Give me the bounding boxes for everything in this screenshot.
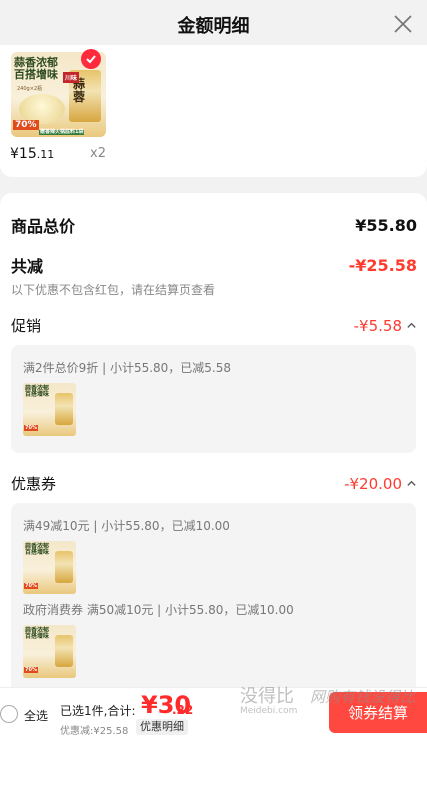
- thumb-tag: 240g×2瓶: [17, 86, 43, 92]
- coupon-detail: 满49减10元 | 小计55.80，已减10.00 蒜香浓郁 百搭增味 70% …: [11, 503, 416, 703]
- coupon-desc-2: 政府消费券 满50减10元 | 小计55.80，已减10.00: [23, 603, 294, 617]
- discount-note: 以下优惠不包含红包，请在结算页查看: [11, 283, 216, 297]
- checkout-bar: 全选 已选1件,合计: ¥30 .22 优惠减:¥25.58 优惠明细 领券结算: [0, 687, 427, 737]
- checkout-button[interactable]: 领券结算: [329, 692, 427, 733]
- coupon-value-wrap: -¥20.00: [344, 475, 417, 493]
- discount-summary: 优惠减:¥25.58: [60, 726, 129, 737]
- discount-value: -¥25.58: [348, 255, 417, 275]
- mini-thumb-title: 蒜香浓郁 百搭增味: [25, 543, 50, 557]
- thumb-title: 蒜香浓郁 百搭增味: [14, 56, 58, 81]
- mini-jar-image: [55, 635, 73, 667]
- header: 金额明细: [0, 0, 427, 50]
- price-main: ¥15: [10, 146, 37, 162]
- total-label: 商品总价: [11, 217, 76, 236]
- thumb-badge: 川味: [63, 72, 80, 83]
- chevron-up-icon[interactable]: [406, 320, 417, 331]
- select-all-label[interactable]: 全选: [24, 707, 48, 724]
- coupon-product-thumbnail-2: 蒜香浓郁 百搭增味 70%: [23, 625, 76, 678]
- promotion-value: -¥5.58: [353, 316, 402, 335]
- promotion-product-thumbnail: 蒜香浓郁 百搭增味 70%: [23, 383, 76, 436]
- close-icon[interactable]: [391, 12, 415, 36]
- mini-jar-image: [55, 551, 73, 583]
- selected-summary: 已选1件,合计:: [60, 704, 136, 718]
- coupon-product-thumbnail-1: 蒜香浓郁 百搭增味 70%: [23, 541, 76, 594]
- promotion-desc: 满2件总价9折 | 小计55.80，已减5.58: [23, 361, 232, 375]
- promotion-detail: 满2件总价9折 | 小计55.80，已减5.58 蒜香浓郁 百搭增味 70%: [11, 345, 416, 453]
- mini-thumb-percent: 70%: [24, 425, 38, 431]
- page-title: 金额明细: [177, 16, 250, 37]
- thumb-percent: 70%: [13, 120, 39, 130]
- coupon-row[interactable]: 优惠券 -¥20.00: [11, 473, 417, 494]
- coupon-value: -¥20.00: [344, 474, 402, 493]
- mini-thumb-title: 蒜香浓郁 百搭增味: [25, 385, 50, 399]
- product-price: ¥15.11: [10, 146, 54, 162]
- discount-row: 共减 -¥25.58: [11, 253, 417, 277]
- mini-thumb-title: 蒜香浓郁 百搭增味: [25, 627, 50, 641]
- promotion-row[interactable]: 促销 -¥5.58: [11, 315, 417, 336]
- promotion-value-wrap: -¥5.58: [354, 317, 417, 335]
- coupon-desc-1: 满49减10元 | 小计55.80，已减10.00: [23, 519, 230, 533]
- selected-check-icon[interactable]: [81, 49, 101, 69]
- mini-thumb-percent: 70%: [24, 667, 38, 673]
- product-card: 蒜香浓郁 百搭增味 240g×2瓶 蒜蓉 川味 70% 赠香辣火锅底料1袋: [0, 45, 427, 177]
- promotion-label: 促销: [11, 317, 42, 335]
- total-cents: .22: [172, 703, 194, 717]
- coupon-label: 优惠券: [11, 475, 57, 493]
- select-all-radio[interactable]: [0, 705, 18, 723]
- discount-detail-button[interactable]: 优惠明细: [136, 719, 188, 735]
- price-cents: .11: [36, 148, 55, 161]
- product-quantity: x2: [90, 146, 106, 161]
- total-value: ¥55.80: [355, 215, 417, 235]
- mini-thumb-percent: 70%: [24, 583, 38, 589]
- chevron-up-icon[interactable]: [406, 478, 417, 489]
- discount-label: 共减: [11, 257, 44, 276]
- total-row: 商品总价 ¥55.80: [11, 213, 417, 237]
- mini-jar-image: [55, 393, 73, 425]
- thumb-gift: 赠香辣火锅底料1袋: [39, 129, 85, 136]
